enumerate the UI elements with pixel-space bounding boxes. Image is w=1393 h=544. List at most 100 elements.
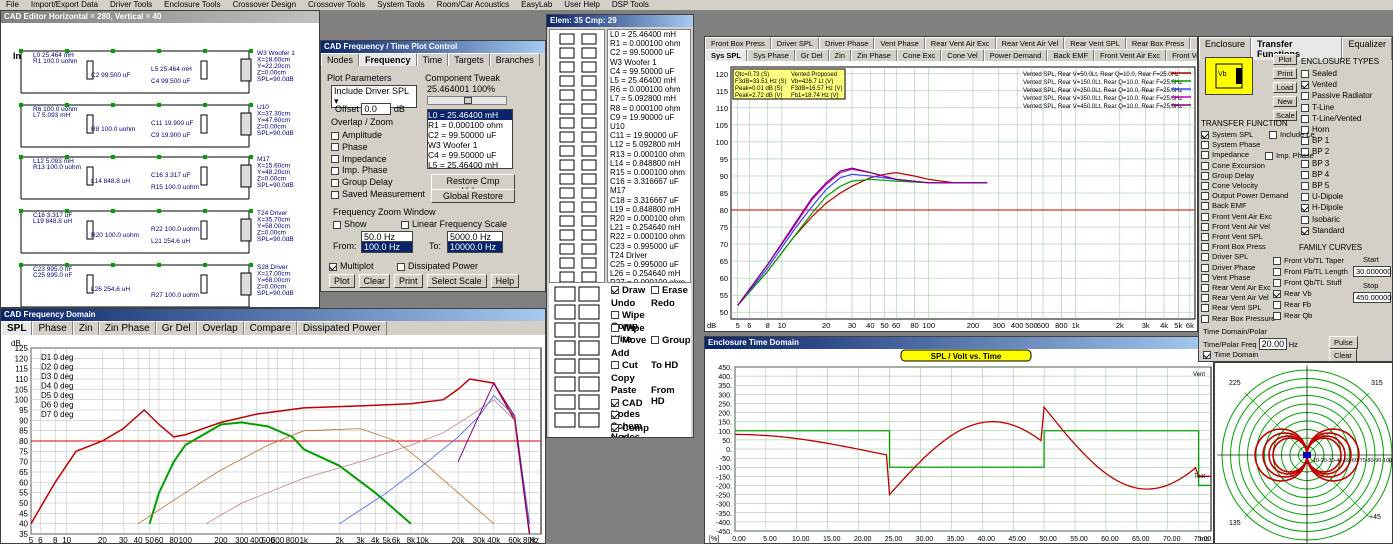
tab-frequency[interactable]: Frequency: [359, 53, 417, 66]
enc-tab-bottom-10[interactable]: Front Vent Air Vel: [1166, 49, 1197, 61]
tool-icon[interactable]: [578, 412, 600, 428]
checkbox[interactable]: [1301, 204, 1309, 213]
tool-erase[interactable]: Erase: [651, 285, 688, 296]
palette-icon[interactable]: [581, 257, 597, 269]
schematic[interactable]: In W3 Woofer 1X=18.60cmY=22.20cmZ=0.00cmS…: [1, 23, 320, 308]
plot-button[interactable]: Plot: [329, 274, 355, 288]
enc-tab-top-6[interactable]: Rear Vent SPL: [1064, 37, 1126, 49]
enc-tab-bottom-8[interactable]: Back EMF: [1047, 49, 1095, 61]
clear-button[interactable]: Clear: [358, 274, 391, 288]
checkbox[interactable]: [1201, 263, 1209, 272]
element-item[interactable]: W3 Woofer 1: [610, 58, 690, 67]
enc-tab-bottom-9[interactable]: Front Vent Air Exc: [1094, 49, 1167, 61]
tab-time[interactable]: Time: [416, 53, 449, 66]
palette-icon[interactable]: [581, 89, 597, 101]
checkbox[interactable]: [1201, 284, 1209, 293]
element-item[interactable]: R8 = 0.000100 ohm: [610, 104, 690, 113]
palette-icon[interactable]: [581, 33, 597, 45]
tool-move[interactable]: Move: [611, 335, 649, 346]
checkbox[interactable]: [1201, 161, 1209, 170]
palette-icon[interactable]: [559, 201, 575, 213]
element-item[interactable]: L21 = 0.254640 mH: [610, 223, 690, 232]
element-item[interactable]: U10: [610, 122, 690, 131]
element-item[interactable]: R20 = 0.000100 ohm: [610, 214, 690, 223]
driver-symbol[interactable]: [240, 164, 252, 188]
checkbox[interactable]: [1273, 279, 1281, 288]
checkbox[interactable]: [1301, 215, 1309, 224]
checkbox[interactable]: [1301, 170, 1309, 179]
print-button[interactable]: Print: [1273, 68, 1297, 79]
checkbox[interactable]: [1201, 192, 1209, 201]
menu-item-6[interactable]: System Tools: [371, 0, 430, 10]
palette-icon[interactable]: [581, 75, 597, 87]
tool-group[interactable]: Group: [651, 335, 691, 346]
palette-icon[interactable]: [581, 201, 597, 213]
palette-icon[interactable]: [581, 243, 597, 255]
tool-icon[interactable]: [554, 358, 576, 374]
tool-checkbox[interactable]: [611, 411, 619, 420]
tool-icon[interactable]: [578, 394, 600, 410]
tool-checkbox[interactable]: [611, 398, 619, 407]
enc-tab-bottom-2[interactable]: Gr Del: [794, 49, 829, 61]
enc-tab-top-8[interactable]: EQ: [1190, 37, 1197, 49]
palette-icon[interactable]: [581, 187, 597, 199]
plot-button[interactable]: Plot: [1273, 54, 1297, 65]
checkbox[interactable]: [331, 143, 339, 152]
offset-input[interactable]: 0.0: [361, 103, 392, 115]
enc-tab-bottom-3[interactable]: Zin: [828, 49, 851, 61]
print-button[interactable]: Print: [394, 274, 423, 288]
checkbox[interactable]: [1273, 257, 1281, 266]
checkbox[interactable]: [1201, 212, 1209, 221]
palette-icon[interactable]: [559, 61, 575, 73]
element-item[interactable]: L26 = 0.254640 mH: [610, 269, 690, 278]
element-item[interactable]: C2 = 99.50000 uF: [610, 48, 690, 57]
tool-from-hd[interactable]: From HD: [651, 385, 691, 407]
fd-tab-2[interactable]: Zin: [72, 321, 99, 335]
checkbox[interactable]: [331, 190, 339, 199]
element-item[interactable]: L14 = 0.848800 mH: [610, 159, 690, 168]
tweak-item[interactable]: C4 = 99.50000 uF: [428, 150, 512, 160]
element-item[interactable]: C4 = 99.50000 uF: [610, 67, 690, 76]
tool-cut[interactable]: Cut: [611, 360, 649, 371]
checkbox[interactable]: [1301, 103, 1309, 112]
tool-icon[interactable]: [554, 412, 576, 428]
enc-tab-top-4[interactable]: Rear Vent Air Exc: [924, 37, 996, 49]
checkbox[interactable]: [331, 167, 339, 176]
tweak-item[interactable]: L5 = 25.46400 mH: [428, 160, 512, 168]
checkbox[interactable]: [1201, 182, 1209, 191]
element-item[interactable]: C16 = 3.316667 uF: [610, 177, 690, 186]
checkbox[interactable]: [1301, 193, 1309, 202]
fd-tab-4[interactable]: Gr Del: [155, 321, 197, 335]
palette-icon[interactable]: [559, 103, 575, 115]
element-item[interactable]: C18 = 3.316667 uF: [610, 196, 690, 205]
time-domain-checkbox[interactable]: [1203, 351, 1211, 360]
checkbox[interactable]: [1201, 202, 1209, 211]
driver-symbol[interactable]: [240, 272, 252, 296]
checkbox[interactable]: [1301, 92, 1309, 101]
checkbox[interactable]: [1201, 222, 1209, 231]
enc-tab-top-5[interactable]: Rear Vent Air Vel: [995, 37, 1065, 49]
checkbox[interactable]: [1273, 290, 1281, 299]
checkbox[interactable]: [1273, 268, 1281, 277]
tool-icon[interactable]: [554, 394, 576, 410]
tool-icon[interactable]: [578, 340, 600, 356]
tool-icon[interactable]: [554, 376, 576, 392]
element-item[interactable]: R1 = 0.000100 ohm: [610, 39, 690, 48]
tweak-item[interactable]: L0 = 25.46400 mH: [428, 110, 512, 120]
clear-button[interactable]: Clear: [1329, 349, 1357, 361]
tab-nodes[interactable]: Nodes: [321, 53, 360, 66]
checkbox[interactable]: [1201, 243, 1209, 252]
driver-symbol[interactable]: [240, 112, 252, 136]
tool-icon[interactable]: [554, 340, 576, 356]
tweak-slider[interactable]: [427, 96, 507, 105]
include-le-checkbox[interactable]: [1269, 131, 1277, 140]
tool-checkbox[interactable]: [611, 336, 619, 345]
menu-item-9[interactable]: User Help: [558, 0, 606, 10]
checkbox[interactable]: [331, 178, 339, 187]
palette-icon[interactable]: [581, 103, 597, 115]
tool-checkbox[interactable]: [651, 286, 659, 295]
checkbox[interactable]: [1201, 294, 1209, 303]
tweak-item[interactable]: W3 Woofer 1: [428, 140, 512, 150]
element-list[interactable]: L0 = 25.46400 mH R1 = 0.000100 ohm C2 = 99…: [607, 29, 691, 283]
dissipated-checkbox[interactable]: [397, 262, 405, 271]
